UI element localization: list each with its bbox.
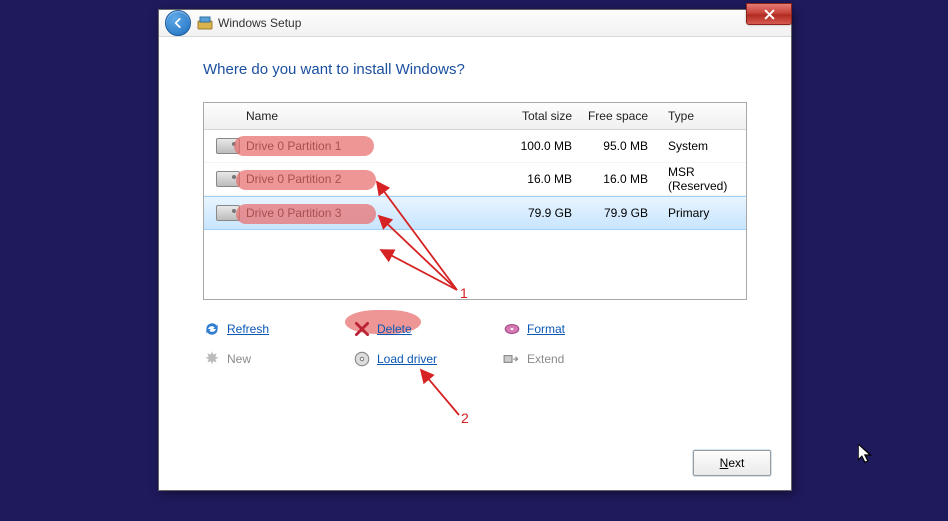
row-type: MSR (Reserved): [654, 165, 746, 193]
col-header-name[interactable]: Name: [240, 109, 502, 123]
row-free: 95.0 MB: [578, 139, 654, 153]
titlebar: Windows Setup: [159, 10, 791, 37]
delete-icon: [353, 320, 371, 338]
refresh-icon: [203, 320, 221, 338]
next-label: Next: [720, 456, 745, 470]
row-free: 79.9 GB: [578, 206, 654, 220]
partition-grid: Name Total size Free space Type Drive 0 …: [203, 102, 747, 300]
format-label: Format: [527, 322, 565, 336]
new-action: New: [203, 344, 353, 374]
load-driver-action[interactable]: Load driver: [353, 344, 503, 374]
row-total: 79.9 GB: [502, 206, 578, 220]
partition-row[interactable]: Drive 0 Partition 216.0 MB16.0 MBMSR (Re…: [204, 163, 746, 196]
page-title: Where do you want to install Windows?: [203, 61, 747, 78]
delete-label: Delete: [377, 322, 412, 336]
col-header-total[interactable]: Total size: [502, 109, 578, 123]
setup-window: Windows Setup Where do you want to insta…: [158, 9, 792, 491]
row-free: 16.0 MB: [578, 172, 654, 186]
cursor-icon: [858, 444, 873, 466]
close-button[interactable]: [746, 3, 792, 25]
load-driver-label: Load driver: [377, 352, 437, 366]
window-title: Windows Setup: [218, 16, 301, 30]
col-header-type[interactable]: Type: [654, 109, 746, 123]
annotation-number-2: 2: [461, 410, 469, 426]
row-name: Drive 0 Partition 2: [240, 172, 502, 186]
close-icon: [764, 9, 775, 20]
row-name: Drive 0 Partition 1: [240, 139, 502, 153]
delete-action[interactable]: Delete: [353, 314, 503, 344]
partition-row[interactable]: Drive 0 Partition 379.9 GB79.9 GBPrimary: [204, 196, 746, 230]
extend-icon: [503, 350, 521, 368]
partition-row[interactable]: Drive 0 Partition 1100.0 MB95.0 MBSystem: [204, 130, 746, 163]
refresh-label: Refresh: [227, 322, 269, 336]
extend-label: Extend: [527, 352, 564, 366]
next-button[interactable]: Next: [693, 450, 771, 476]
col-header-free[interactable]: Free space: [578, 109, 654, 123]
row-total: 16.0 MB: [502, 172, 578, 186]
new-icon: [203, 350, 221, 368]
disk-icon: [216, 171, 240, 187]
format-icon: [503, 320, 521, 338]
row-type: Primary: [654, 206, 746, 220]
new-label: New: [227, 352, 251, 366]
format-action[interactable]: Format: [503, 314, 653, 344]
actions-row: Refresh Delete Format New: [203, 314, 747, 374]
row-type: System: [654, 139, 746, 153]
disk-icon: [216, 205, 240, 221]
row-name: Drive 0 Partition 3: [240, 206, 502, 220]
row-total: 100.0 MB: [502, 139, 578, 153]
extend-action: Extend: [503, 344, 653, 374]
setup-icon: [197, 15, 213, 31]
arrow-left-icon: [171, 16, 185, 30]
back-button[interactable]: [165, 10, 191, 36]
content-area: Where do you want to install Windows? Na…: [159, 37, 791, 388]
refresh-action[interactable]: Refresh: [203, 314, 353, 344]
disk-icon: [216, 138, 240, 154]
cd-icon: [353, 350, 371, 368]
grid-header: Name Total size Free space Type: [204, 103, 746, 130]
